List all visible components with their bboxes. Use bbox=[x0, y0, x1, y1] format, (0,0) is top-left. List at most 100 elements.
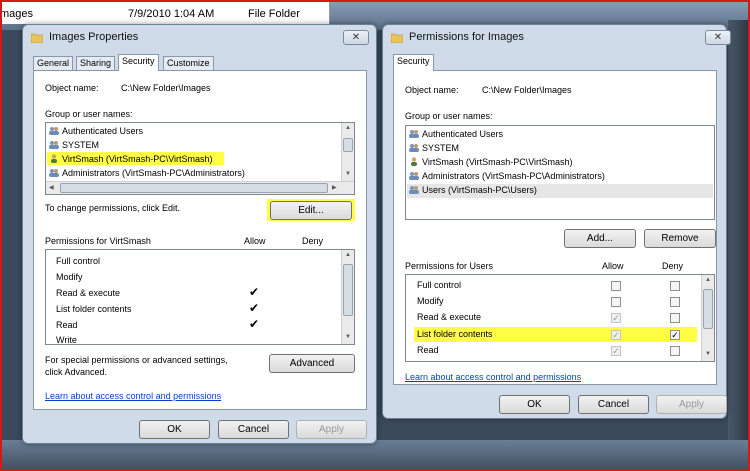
perms-ok-button[interactable]: OK bbox=[499, 395, 570, 414]
props-title: Images Properties bbox=[49, 31, 139, 43]
deny-checkbox-read[interactable] bbox=[670, 346, 680, 356]
allow-checkbox-modify[interactable] bbox=[611, 297, 621, 307]
deny-checkbox-list-folder[interactable]: ✓ bbox=[670, 330, 680, 340]
allow-checkbox-read[interactable]: ✓ bbox=[611, 346, 621, 356]
perms-permission-list: Full control Modify Read & execute ✓ Lis… bbox=[405, 274, 715, 362]
props-permission-list: Full control Modify Read & execute ✔ Lis… bbox=[45, 249, 355, 345]
props-titlebar[interactable]: Images Properties ✕ bbox=[23, 25, 376, 51]
perm-row-read: Read bbox=[56, 320, 78, 330]
perms-titlebar[interactable]: Permissions for Images ✕ bbox=[383, 25, 731, 51]
props-security-panel: Object name: C:\New Folder\Images Group … bbox=[33, 70, 367, 410]
add-button[interactable]: Add... bbox=[564, 229, 636, 248]
group-label: Group or user names: bbox=[405, 111, 493, 121]
scroll-right-icon[interactable]: ▶ bbox=[332, 184, 337, 191]
list-item[interactable]: Authenticated Users bbox=[49, 125, 143, 138]
special-text-2: click Advanced. bbox=[45, 367, 108, 377]
perms-apply-button[interactable]: Apply bbox=[656, 395, 727, 414]
object-name-label: Object name: bbox=[405, 85, 459, 95]
perm-row-full-control: Full control bbox=[417, 280, 462, 290]
allow-header: Allow bbox=[244, 236, 266, 246]
learn-link[interactable]: Learn about access control and permissio… bbox=[405, 372, 581, 382]
perms-cancel-button[interactable]: Cancel bbox=[578, 395, 649, 414]
scroll-left-icon[interactable]: ◀ bbox=[49, 184, 54, 191]
allow-tick-list-folder: ✔ bbox=[249, 301, 260, 315]
perm-header: Permissions for VirtSmash bbox=[45, 236, 151, 246]
props-apply-button[interactable]: Apply bbox=[296, 420, 367, 439]
special-text-1: For special permissions or advanced sett… bbox=[45, 355, 228, 365]
allow-tick-read-execute: ✔ bbox=[249, 285, 260, 299]
folder-icon bbox=[391, 33, 403, 43]
advanced-button[interactable]: Advanced bbox=[269, 354, 355, 373]
list-item[interactable]: VirtSmash (VirtSmash-PC\VirtSmash) bbox=[49, 153, 213, 166]
list-item[interactable]: Administrators (VirtSmash-PC\Administrat… bbox=[49, 167, 245, 180]
props-user-list[interactable]: Authenticated Users SYSTEM VirtSmash (Vi… bbox=[45, 122, 355, 195]
object-name-label: Object name: bbox=[45, 83, 99, 93]
scroll-down-icon[interactable]: ▼ bbox=[705, 351, 711, 357]
scroll-down-icon[interactable]: ▼ bbox=[345, 171, 351, 177]
file-name: mages bbox=[0, 8, 34, 20]
deny-header: Deny bbox=[662, 261, 684, 271]
scroll-down-icon[interactable]: ▼ bbox=[345, 334, 351, 340]
users-icon bbox=[409, 186, 419, 194]
allow-checkbox-full-control[interactable] bbox=[611, 281, 621, 291]
perms-security-panel: Object name: C:\New Folder\Images Group … bbox=[393, 70, 717, 385]
deny-header: Deny bbox=[302, 236, 324, 246]
hscroll-thumb[interactable] bbox=[60, 183, 328, 193]
tab-security[interactable]: Security bbox=[393, 54, 434, 71]
allow-checkbox-read-execute[interactable]: ✓ bbox=[611, 313, 621, 323]
scroll-thumb[interactable] bbox=[343, 138, 353, 152]
tab-security[interactable]: Security bbox=[118, 54, 159, 71]
scroll-up-icon[interactable]: ▲ bbox=[345, 252, 351, 258]
perm-row-list-folder: List folder contents bbox=[56, 304, 132, 314]
list-item[interactable]: SYSTEM bbox=[409, 142, 459, 155]
list-item[interactable]: Administrators (VirtSmash-PC\Administrat… bbox=[409, 170, 605, 183]
deny-checkbox-modify[interactable] bbox=[670, 297, 680, 307]
desktop-edge bbox=[728, 20, 750, 471]
perm-header: Permissions for Users bbox=[405, 261, 494, 271]
file-date: 7/9/2010 1:04 AM bbox=[128, 8, 215, 20]
users-icon bbox=[49, 141, 59, 149]
scroll-up-icon[interactable]: ▲ bbox=[345, 125, 351, 131]
tab-sharing[interactable]: Sharing bbox=[76, 56, 116, 70]
perm-row-write: Write bbox=[56, 335, 77, 345]
user-list-vscroll[interactable]: ▲ ▼ bbox=[341, 123, 354, 181]
props-cancel-button[interactable]: Cancel bbox=[218, 420, 289, 439]
file-type: File Folder bbox=[248, 8, 300, 20]
permissions-window: Permissions for Images ✕ Security Object… bbox=[382, 24, 731, 419]
list-item[interactable]: SYSTEM bbox=[49, 139, 99, 152]
perm-row-read-execute: Read & execute bbox=[417, 312, 482, 322]
tab-general[interactable]: General bbox=[33, 56, 74, 70]
folder-icon bbox=[31, 33, 43, 43]
list-item[interactable]: VirtSmash (VirtSmash-PC\VirtSmash) bbox=[409, 156, 573, 169]
user-list-hscroll[interactable]: ◀ ▶ bbox=[46, 181, 354, 194]
scroll-up-icon[interactable]: ▲ bbox=[705, 277, 711, 283]
users-icon bbox=[409, 172, 419, 180]
list-item[interactable]: Users (VirtSmash-PC\Users) bbox=[409, 184, 537, 197]
users-icon bbox=[49, 169, 59, 177]
deny-checkbox-full-control[interactable] bbox=[670, 281, 680, 291]
object-name-value: C:\New Folder\Images bbox=[482, 85, 572, 95]
props-ok-button[interactable]: OK bbox=[139, 420, 210, 439]
scroll-thumb[interactable] bbox=[703, 289, 713, 329]
group-label: Group or user names: bbox=[45, 109, 133, 119]
remove-button[interactable]: Remove bbox=[644, 229, 716, 248]
perms-user-list[interactable]: Authenticated Users SYSTEM VirtSmash (Vi… bbox=[405, 125, 715, 220]
explorer-file-row[interactable]: mages 7/9/2010 1:04 AM File Folder bbox=[0, 0, 330, 24]
deny-checkbox-read-execute[interactable] bbox=[670, 313, 680, 323]
props-close-button[interactable]: ✕ bbox=[343, 30, 369, 45]
users-icon bbox=[49, 127, 59, 135]
allow-checkbox-list-folder[interactable]: ✓ bbox=[611, 330, 621, 340]
perms-tabs: Security bbox=[393, 54, 453, 71]
perm-row-read-execute: Read & execute bbox=[56, 288, 121, 298]
scroll-thumb[interactable] bbox=[343, 264, 353, 316]
perm-row-modify: Modify bbox=[56, 272, 83, 282]
list-item[interactable]: Authenticated Users bbox=[409, 128, 503, 141]
perms-close-button[interactable]: ✕ bbox=[705, 30, 731, 45]
object-name-value: C:\New Folder\Images bbox=[121, 83, 211, 93]
perm-list-vscroll[interactable]: ▲ ▼ bbox=[341, 250, 354, 344]
edit-button[interactable]: Edit... bbox=[270, 201, 352, 220]
perm-list-vscroll[interactable]: ▲ ▼ bbox=[701, 275, 714, 361]
learn-link[interactable]: Learn about access control and permissio… bbox=[45, 391, 221, 401]
tab-customize[interactable]: Customize bbox=[163, 56, 214, 70]
change-permissions-text: To change permissions, click Edit. bbox=[45, 203, 181, 213]
